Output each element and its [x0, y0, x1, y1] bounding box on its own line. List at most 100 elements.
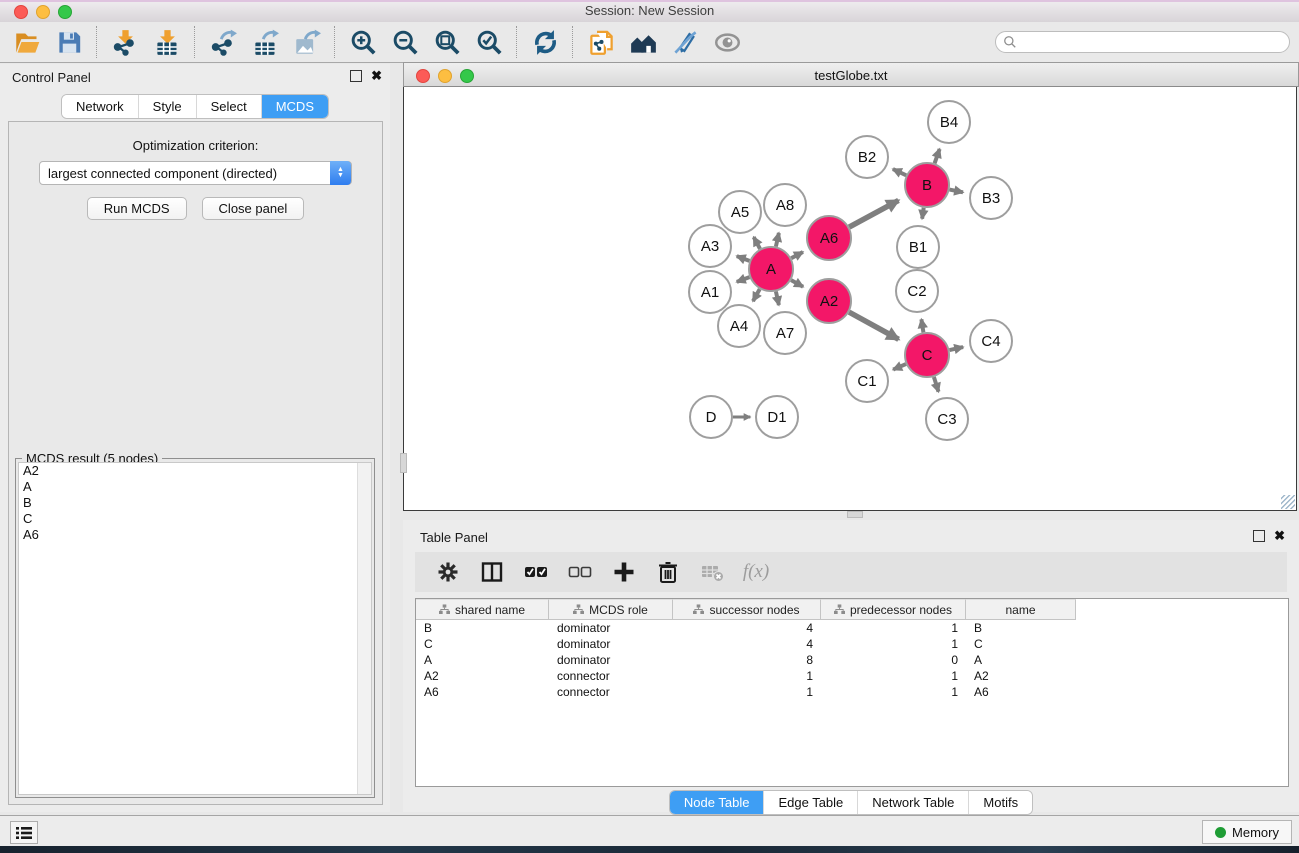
export-table-button[interactable] — [248, 26, 282, 58]
table-cell[interactable]: dominator — [549, 621, 673, 635]
column-header-shared-name[interactable]: shared name — [416, 599, 549, 620]
graph-edge-A-A1[interactable] — [737, 277, 750, 282]
hide-graphics-button[interactable] — [668, 26, 702, 58]
table-cell[interactable]: A6 — [416, 685, 549, 699]
mcds-result-item[interactable]: A6 — [19, 527, 371, 543]
zoom-selected-button[interactable] — [472, 26, 506, 58]
graph-edge-A-A4[interactable] — [753, 289, 760, 301]
zoom-fit-button[interactable] — [430, 26, 464, 58]
table-cell[interactable]: 1 — [821, 621, 966, 635]
refresh-button[interactable] — [528, 26, 562, 58]
graph-edge-C-C1[interactable] — [893, 364, 906, 370]
table-row[interactable]: A2connector11A2 — [416, 668, 1288, 684]
export-network-button[interactable] — [206, 26, 240, 58]
table-cell[interactable]: C — [416, 637, 549, 651]
graph-node-C2[interactable]: C2 — [896, 270, 938, 312]
graph-edge-A-A3[interactable] — [737, 256, 750, 261]
unselect-all-rows-button[interactable] — [565, 557, 595, 587]
graph-node-B2[interactable]: B2 — [846, 136, 888, 178]
delete-column-button[interactable] — [653, 557, 683, 587]
table-row[interactable]: Adominator80A — [416, 652, 1288, 668]
graph-edge-B-B4[interactable] — [935, 149, 940, 163]
table-float-panel-icon[interactable] — [1253, 530, 1265, 542]
import-network-button[interactable] — [108, 26, 142, 58]
zoom-out-button[interactable] — [388, 26, 422, 58]
graph-node-B3[interactable]: B3 — [970, 177, 1012, 219]
open-file-button[interactable] — [10, 26, 44, 58]
graph-node-A8[interactable]: A8 — [764, 184, 806, 226]
table-cell[interactable]: B — [416, 621, 549, 635]
table-row[interactable]: Bdominator41B — [416, 620, 1288, 636]
float-panel-icon[interactable] — [350, 70, 362, 82]
select-all-rows-button[interactable] — [521, 557, 551, 587]
graph-node-D1[interactable]: D1 — [756, 396, 798, 438]
graph-node-C3[interactable]: C3 — [926, 398, 968, 440]
mcds-result-list[interactable]: A2ABCA6 — [18, 462, 372, 795]
close-panel-button[interactable]: Close panel — [202, 197, 305, 220]
graph-edge-C-C3[interactable] — [934, 377, 939, 392]
graph-node-A[interactable]: A — [749, 247, 793, 291]
mcds-result-item[interactable]: B — [19, 495, 371, 511]
graph-edge-B-B2[interactable] — [893, 169, 906, 175]
table-row[interactable]: Cdominator41C — [416, 636, 1288, 652]
horizontal-splitter-handle[interactable] — [847, 511, 863, 518]
table-cell[interactable]: 1 — [821, 685, 966, 699]
export-image-button[interactable] — [290, 26, 324, 58]
table-close-panel-icon[interactable]: ✖ — [1274, 531, 1285, 541]
mcds-list-scrollbar[interactable] — [357, 463, 371, 794]
criterion-dropdown[interactable]: largest connected component (directed) ▲… — [39, 161, 352, 185]
table-row[interactable]: A6connector11A6 — [416, 684, 1288, 700]
save-session-button[interactable] — [52, 26, 86, 58]
graph-edge-A-A5[interactable] — [754, 237, 760, 249]
zoom-in-button[interactable] — [346, 26, 380, 58]
graph-edge-B-B1[interactable] — [922, 208, 924, 219]
graph-edge-A-A8[interactable] — [776, 233, 779, 247]
table-cell[interactable]: 4 — [673, 621, 821, 635]
column-header-name[interactable]: name — [966, 599, 1076, 620]
graph-edge-C-C2[interactable] — [921, 319, 923, 332]
tab-select[interactable]: Select — [196, 95, 261, 118]
run-mcds-button[interactable]: Run MCDS — [87, 197, 187, 220]
tab-style[interactable]: Style — [138, 95, 196, 118]
tab-network[interactable]: Network — [62, 95, 138, 118]
graph-node-B1[interactable]: B1 — [897, 226, 939, 268]
mcds-result-item[interactable]: A — [19, 479, 371, 495]
graph-node-D[interactable]: D — [690, 396, 732, 438]
graph-edge-A-A6[interactable] — [791, 252, 803, 258]
graph-node-A7[interactable]: A7 — [764, 312, 806, 354]
table-cell[interactable]: 1 — [821, 669, 966, 683]
table-cell[interactable]: A — [966, 653, 1076, 667]
table-cell[interactable]: dominator — [549, 653, 673, 667]
window-resize-grip[interactable] — [1281, 495, 1295, 509]
memory-button[interactable]: Memory — [1202, 820, 1292, 844]
table-cell[interactable]: connector — [549, 685, 673, 699]
table-tab-edge-table[interactable]: Edge Table — [763, 791, 857, 814]
table-cell[interactable]: dominator — [549, 637, 673, 651]
graph-node-B[interactable]: B — [905, 163, 949, 207]
close-panel-icon[interactable]: ✖ — [371, 71, 382, 81]
column-header-MCDS-role[interactable]: MCDS role — [549, 599, 673, 620]
table-cell[interactable]: 1 — [673, 669, 821, 683]
table-cell[interactable]: A6 — [966, 685, 1076, 699]
graph-edge-A-A2[interactable] — [791, 280, 803, 287]
mcds-result-item[interactable]: C — [19, 511, 371, 527]
search-input[interactable] — [995, 31, 1290, 53]
table-tab-node-table[interactable]: Node Table — [670, 791, 764, 814]
table-cell[interactable]: A2 — [966, 669, 1076, 683]
column-header-predecessor-nodes[interactable]: predecessor nodes — [821, 599, 966, 620]
tab-mcds[interactable]: MCDS — [261, 95, 328, 118]
graph-edge-A2-C[interactable] — [849, 312, 899, 339]
graph-node-C[interactable]: C — [905, 333, 949, 377]
import-table-button[interactable] — [150, 26, 184, 58]
network-window-titlebar[interactable]: testGlobe.txt — [403, 62, 1299, 87]
table-tab-motifs[interactable]: Motifs — [968, 791, 1032, 814]
graph-node-A4[interactable]: A4 — [718, 305, 760, 347]
graph-edge-B-B3[interactable] — [950, 190, 964, 193]
show-graphics-button[interactable] — [710, 26, 744, 58]
graph-node-A1[interactable]: A1 — [689, 271, 731, 313]
graph-node-C1[interactable]: C1 — [846, 360, 888, 402]
add-column-button[interactable] — [609, 557, 639, 587]
task-history-button[interactable] — [10, 821, 38, 844]
column-view-button[interactable] — [477, 557, 507, 587]
column-header-successor-nodes[interactable]: successor nodes — [673, 599, 821, 620]
